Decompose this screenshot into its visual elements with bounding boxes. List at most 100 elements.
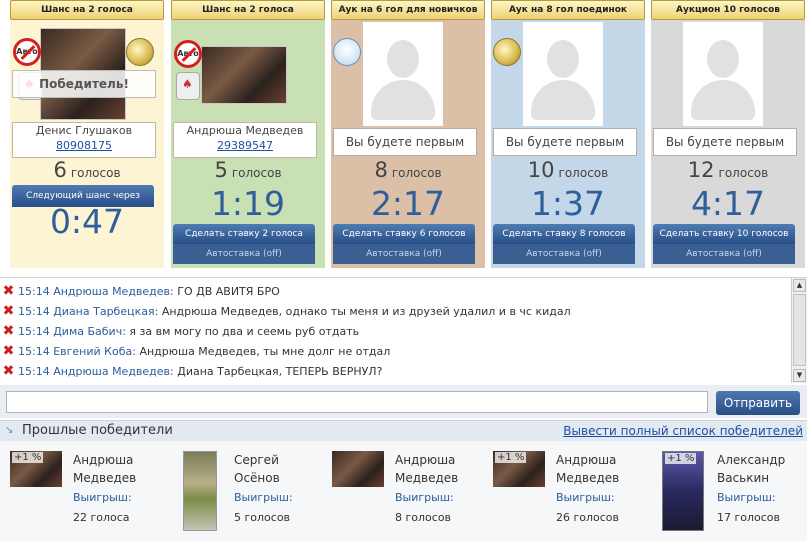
winner-photo[interactable] [183, 451, 217, 531]
leader-id-link[interactable]: 80908175 [13, 138, 155, 153]
lot-header: Аук на 8 гол поединок [491, 0, 645, 20]
auto-bid-button[interactable]: Автоставка (off) [333, 244, 475, 264]
auto-bid-button[interactable]: Автоставка (off) [173, 244, 315, 264]
prize-value: 8 голосов [395, 511, 452, 524]
leader-photo[interactable] [201, 46, 287, 104]
auction-lots: Шанс на 2 голоса Авто Победитель! Денис … [0, 0, 807, 272]
winner-name[interactable]: Андрюша Медведев [73, 451, 159, 487]
chat-input-bar: Отправить [0, 385, 807, 418]
prize-value: 5 голосов [234, 511, 291, 524]
votes-count: 5 голосов [214, 158, 282, 182]
chat-message: ✖ 15:14 Диана Тарбецкая: Андрюша Медведе… [0, 302, 790, 322]
lot-timer: 2:17 [370, 184, 446, 223]
chat-message: ✖ 15:14 Евгений Коба: Андрюша Медведев, … [0, 342, 790, 362]
chat-text: Андрюша Медведев, однако ты меня и из др… [161, 305, 571, 318]
lot-body: Вы будете первым 10 голосов 1:37 Сделать … [491, 20, 645, 268]
winner-name[interactable]: Александр Васькин [717, 451, 803, 487]
auto-bid-button[interactable]: Автоставка (off) [653, 244, 795, 264]
scroll-thumb[interactable] [793, 294, 806, 366]
lot-3: Аук на 6 гол для новичков Вы будете перв… [331, 0, 485, 268]
votes-count: 6 голосов [53, 158, 121, 182]
delete-icon[interactable]: ✖ [2, 344, 15, 358]
leader-name-box: Денис Глушаков 80908175 [12, 122, 156, 158]
lot-timer: 1:37 [530, 184, 606, 223]
lot-body: Авто Победитель! Денис Глушаков 80908175… [10, 20, 164, 268]
lot-timer: 1:19 [210, 184, 286, 223]
delete-icon[interactable]: ✖ [2, 364, 15, 378]
prize-value: 22 голоса [73, 511, 130, 524]
delete-icon[interactable]: ✖ [2, 304, 15, 318]
prize-label: Выигрыш: [556, 491, 615, 504]
place-bid-button[interactable]: Сделать ставку 10 голосов [653, 224, 795, 244]
first-bidder-label: Вы будете первым [493, 128, 637, 156]
lot-header: Аукцион 10 голосов [651, 0, 805, 20]
prize-value: 26 голосов [556, 511, 620, 524]
place-bid-button[interactable]: Сделать ставку 2 голоса [173, 224, 315, 244]
empty-avatar-icon [363, 22, 443, 126]
past-winner: +1 % Андрюша Медведев Выигрыш: 26 голосов [483, 451, 643, 539]
winner-label: Победитель! [12, 70, 156, 98]
lot-4: Аук на 8 гол поединок Вы будете первым 1… [491, 0, 645, 268]
leader-name: Андрюша Медведев [186, 124, 304, 137]
leader-id-link[interactable]: 29389547 [174, 138, 316, 153]
chat-text: Андрюша Медведев, ты мне долг не отдал [139, 345, 391, 358]
delete-icon[interactable]: ✖ [2, 324, 15, 338]
lot-1: Шанс на 2 голоса Авто Победитель! Денис … [10, 0, 164, 268]
empty-avatar-icon [683, 22, 763, 126]
scroll-up-icon[interactable]: ▲ [793, 279, 806, 292]
past-winner: +1 % Александр Васькин Выигрыш: 17 голосо… [644, 451, 804, 539]
delete-icon[interactable]: ✖ [2, 284, 15, 298]
chat-author[interactable]: 15:14 Андрюша Медведев: [18, 365, 174, 378]
chat-scrollbar[interactable]: ▲ ▼ [791, 278, 807, 383]
chat-log: ✖ 15:14 Андрюша Медведев: ГО ДВ АВИТЯ БР… [0, 277, 807, 385]
votes-count: 12 голосов [687, 158, 769, 182]
lot-body: Вы будете первым 8 голосов 2:17 Сделать с… [331, 20, 485, 268]
chat-message: ✖ 15:14 Андрюша Медведев: Диана Тарбецка… [0, 362, 790, 382]
place-bid-button[interactable]: Сделать ставку 6 голосов [333, 224, 475, 244]
scroll-down-icon[interactable]: ▼ [793, 369, 806, 382]
prize-label: Выигрыш: [73, 491, 132, 504]
lot-timer: 0:47 [49, 202, 125, 241]
full-winners-list-link[interactable]: Вывести полный список победителей [563, 421, 803, 441]
empty-avatar-icon [523, 22, 603, 126]
lot-timer: 4:17 [690, 184, 766, 223]
lot-body: Авто Андрюша Медведев 29389547 5голосов … [171, 20, 325, 268]
lot-body: Вы будете первым 12 голосов 4:17 Сделать … [651, 20, 805, 268]
coin-icon [126, 38, 154, 66]
no-auto-icon: Авто [13, 38, 41, 66]
winner-photo[interactable] [332, 451, 384, 487]
card-icon [176, 72, 200, 100]
coin-icon [493, 38, 521, 66]
leader-name: Денис Глушаков [35, 124, 133, 137]
winner-name[interactable]: Сергей Осёнов [234, 451, 320, 487]
arrow-down-icon: ↘ [5, 425, 14, 436]
chat-message: ✖ 15:14 Андрюша Медведев: ГО ДВ АВИТЯ БР… [0, 282, 790, 302]
past-winner: +1 % Андрюша Медведев Выигрыш: 22 голоса [0, 451, 160, 539]
place-bid-button[interactable]: Сделать ставку 8 голосов [493, 224, 635, 244]
winner-name[interactable]: Андрюша Медведев [395, 451, 481, 487]
first-bidder-label: Вы будете первым [653, 128, 797, 156]
past-winner: Сергей Осёнов Выигрыш: 5 голосов [161, 451, 321, 539]
past-winners-title: Прошлые победители [22, 423, 173, 438]
chat-author[interactable]: 15:14 Диана Тарбецкая: [18, 305, 158, 318]
chat-author[interactable]: 15:14 Дима Бабич: [18, 325, 126, 338]
winner-name[interactable]: Андрюша Медведев [556, 451, 642, 487]
winner-photo[interactable]: +1 % [662, 451, 704, 531]
chat-author[interactable]: 15:14 Евгений Коба: [18, 345, 136, 358]
prize-label: Выигрыш: [717, 491, 776, 504]
winner-photo[interactable]: +1 % [10, 451, 62, 487]
chat-text: я за вм могу по два и сеемь руб отдать [129, 325, 360, 338]
prize-value: 17 голосов [717, 511, 781, 524]
lot-header: Аук на 6 гол для новичков [331, 0, 485, 20]
votes-count: 8 голосов [374, 158, 442, 182]
past-winners-header: ↘ Прошлые победители Вывести полный спис… [0, 420, 807, 441]
chat-input[interactable] [6, 391, 708, 413]
winner-photo[interactable]: +1 % [493, 451, 545, 487]
chat-author[interactable]: 15:14 Андрюша Медведев: [18, 285, 174, 298]
auto-bid-button[interactable]: Автоставка (off) [493, 244, 635, 264]
send-button[interactable]: Отправить [716, 391, 800, 415]
prize-label: Выигрыш: [395, 491, 454, 504]
newbie-icon [333, 38, 361, 66]
lot-5: Аукцион 10 голосов Вы будете первым 12 го… [651, 0, 805, 268]
lot-header: Шанс на 2 голоса [10, 0, 164, 20]
